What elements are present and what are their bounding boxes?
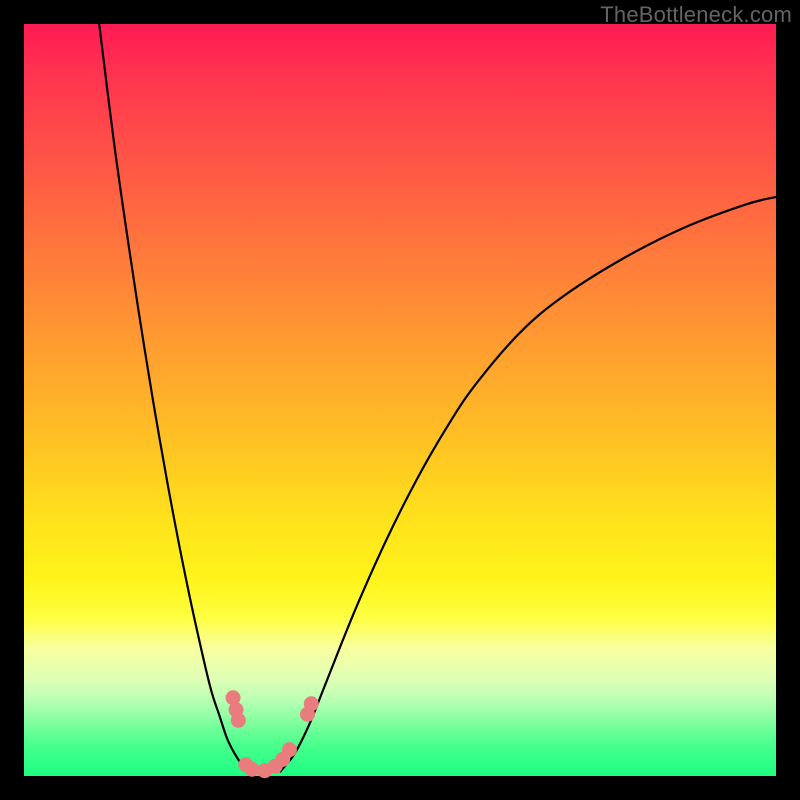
marker-trough-left-b xyxy=(244,762,259,777)
chart-svg xyxy=(24,24,776,776)
marker-right-detached-upper xyxy=(304,696,319,711)
chart-frame: TheBottleneck.com xyxy=(0,0,800,800)
marker-left-vertical-bottom xyxy=(231,713,246,728)
right-branch-curve xyxy=(280,197,776,772)
marker-right-low xyxy=(282,742,297,757)
left-branch-curve xyxy=(99,24,249,772)
